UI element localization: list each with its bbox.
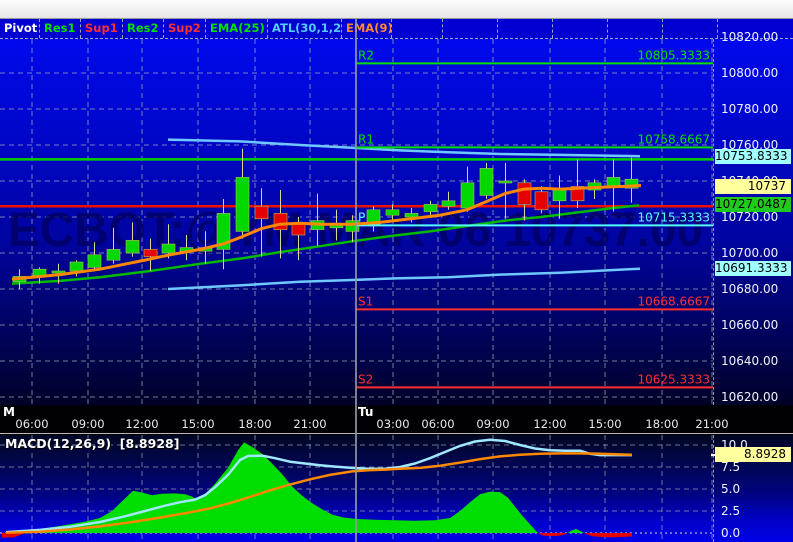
candle-up [235, 177, 250, 232]
day-label-tu: Tu [358, 405, 374, 419]
macd-value-marker: 8.8928 [715, 447, 791, 463]
pivot-label-r1: R1 [358, 132, 374, 146]
pivot-value-s1: 10668.6667 [637, 294, 710, 308]
time-tick-label: 21:00 [695, 417, 729, 431]
candle-up [87, 254, 102, 268]
legend-empty-cell [392, 19, 443, 38]
macd-scale[interactable]: 10.0 7.5 5.0 2.5 0.0 8.8928 [711, 435, 793, 542]
macd-axis-label: 2.5 [721, 504, 741, 518]
pivot-label-s1: S1 [358, 294, 373, 308]
price-axis-label: 10680.00 [721, 282, 779, 296]
legend-item-res2[interactable]: Res2 [123, 19, 164, 38]
legend-empty-cell [498, 19, 553, 38]
macd-panel[interactable]: MACD(12,26,9) [8.8928] 10.0 7.5 5.0 2.5 0.0 8… [0, 435, 793, 542]
legend-item-res1[interactable]: Res1 [40, 19, 81, 38]
price-axis-label: 10660.00 [721, 318, 779, 332]
candle-down [534, 191, 549, 211]
pivot-value-s2: 10625.3333 [637, 372, 710, 386]
legend-item-ema9[interactable]: EMA(9) [342, 19, 392, 38]
time-tick-label: 03:00 [376, 417, 410, 431]
time-tick-label: 12:00 [125, 417, 159, 431]
time-tick-label: 18:00 [238, 417, 272, 431]
candle-up [498, 180, 513, 184]
legend-empty-cell [443, 19, 498, 38]
candle-up [460, 182, 475, 209]
price-marker-atl-lower-value: 10691.3333 [715, 261, 791, 277]
candle-up [441, 200, 456, 207]
time-tick-label: 06:00 [15, 417, 49, 431]
candle-up [552, 189, 567, 202]
candle-up [385, 209, 400, 216]
candle-up [606, 177, 621, 187]
session-divider-line [355, 19, 357, 542]
legend-item-sup2[interactable]: Sup2 [164, 19, 206, 38]
trading-chart-window: ECBOT:@YM MAR 06: 10737.00 (38Std5Min/60… [0, 0, 793, 542]
legend-empty-cell [663, 19, 718, 38]
price-scale[interactable]: 10820.0010800.0010780.0010760.0010740.00… [713, 30, 793, 405]
pivot-value-r1: 10758.6667 [637, 132, 710, 146]
time-tick-label: 15:00 [181, 417, 215, 431]
time-tick-label: 06:00 [421, 417, 455, 431]
price-marker-atl-upper-value: 10753.8333 [715, 148, 791, 164]
time-tick-label: 21:00 [293, 417, 327, 431]
pivot-value-p: 10715.3333 [637, 210, 710, 224]
price-axis-label: 10720.00 [721, 210, 779, 224]
candle-up [479, 168, 494, 196]
candle-down [143, 249, 158, 257]
time-tick-label: 09:00 [476, 417, 510, 431]
price-axis-label: 10780.00 [721, 102, 779, 116]
price-chart-panel[interactable]: ECBOT:@YM MAR 06 10737.00 R2 10805.3333 R1 1… [0, 30, 793, 405]
legend-item-sup1[interactable]: Sup1 [81, 19, 123, 38]
candle-down [254, 205, 269, 220]
price-marker-last-price-value: 10737 [715, 178, 791, 194]
time-axis[interactable]: M Tu 06:00 09:00 12:00 15:00 18:00 21:00 03:00 06… [0, 405, 793, 434]
time-tick-label: 12:00 [533, 417, 567, 431]
candle-up [161, 243, 176, 254]
candle-down [273, 213, 288, 230]
price-axis-label: 10700.00 [721, 246, 779, 260]
pivot-label-r2: R2 [358, 48, 374, 62]
price-axis-label: 10620.00 [721, 390, 779, 404]
price-marker-ema25-value: 10727.0487 [715, 196, 791, 212]
indicator-legend: Pivot Res1 Sup1 Res2 Sup2 EMA(25) ATL(30,1,2) E… [0, 19, 793, 39]
day-label-m: M [3, 405, 15, 419]
candle-up [125, 240, 140, 254]
macd-axis-label: 5.0 [721, 482, 741, 496]
candle-up [423, 204, 438, 212]
legend-item-pivot[interactable]: Pivot [0, 19, 40, 38]
legend-item-ema25[interactable]: EMA(25) [206, 19, 268, 38]
price-axis-label: 10820.00 [721, 30, 779, 44]
legend-empty-cell [608, 19, 663, 38]
legend-item-atl3012[interactable]: ATL(30,1,2) [268, 19, 342, 38]
time-tick-label: 15:00 [588, 417, 622, 431]
candle-up [69, 261, 84, 272]
time-tick-label: 09:00 [71, 417, 105, 431]
title-bar: ECBOT:@YM MAR 06: 10737.00 (38Std5Min/60… [0, 0, 793, 35]
time-tick-label: 18:00 [645, 417, 679, 431]
macd-indicator-label: MACD(12,26,9) [8.8928] [5, 436, 180, 451]
macd-axis-label: 0.0 [721, 526, 741, 540]
candle-down [517, 182, 532, 205]
price-axis-label: 10800.00 [721, 66, 779, 80]
candle-up [106, 249, 121, 261]
candle-down [291, 223, 306, 236]
legend-empty-cell [553, 19, 608, 38]
candle-up [404, 213, 419, 218]
pivot-label-s2: S2 [358, 372, 373, 386]
price-axis-label: 10640.00 [721, 354, 779, 368]
pivot-value-r2: 10805.3333 [637, 48, 710, 62]
